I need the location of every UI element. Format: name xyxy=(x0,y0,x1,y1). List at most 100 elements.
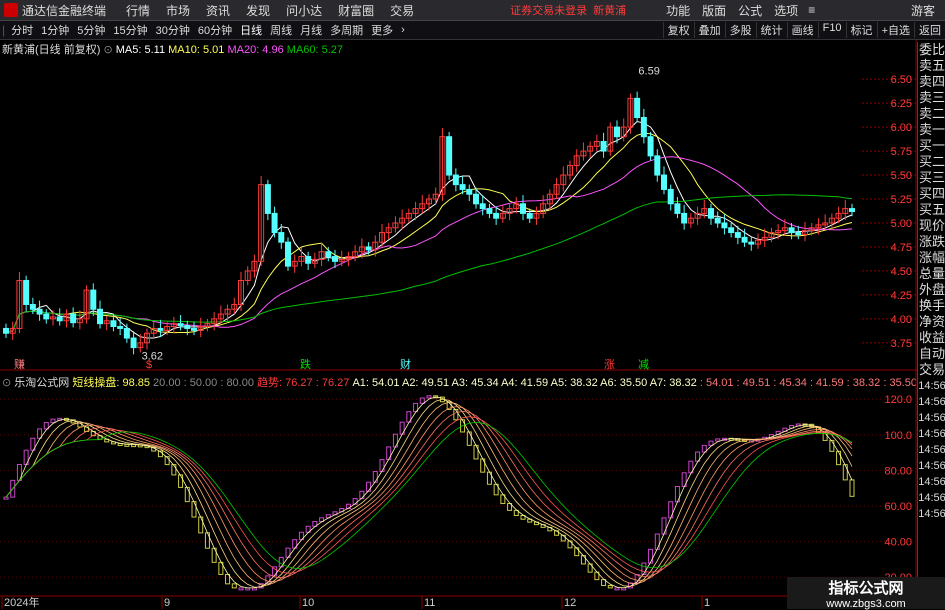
osc-bar xyxy=(379,459,385,473)
candle-body xyxy=(788,227,795,234)
sidebar-item-4[interactable]: 卖二 xyxy=(918,106,945,122)
sidebar-item-0[interactable]: 委比 xyxy=(918,42,945,58)
candle-body xyxy=(177,323,184,327)
menu-layout[interactable]: 版面 xyxy=(702,2,726,19)
btn-back[interactable]: 返回 xyxy=(914,22,945,38)
sidebar-item-7[interactable]: 买二 xyxy=(918,154,945,170)
osc-average-line xyxy=(5,396,853,589)
chart-canvas[interactable]: 6.50 6.25 6.00 5.75 5.50 5.25 5.00 4.75 4.50 4.25… xyxy=(0,40,917,609)
menu-wealth[interactable]: 财富圈 xyxy=(338,2,374,19)
sidebar-item-13[interactable]: 涨幅 xyxy=(918,250,945,266)
guest-label[interactable]: 游客 xyxy=(911,2,935,19)
sidebar-item-27[interactable]: 14:56 xyxy=(918,474,945,490)
signal-marker: 减 xyxy=(638,358,649,371)
candle-body xyxy=(70,313,77,324)
candle-body xyxy=(479,203,486,210)
stock-name-label: 新黄浦 xyxy=(593,5,627,17)
btn-add-watchlist[interactable]: +自选 xyxy=(876,22,914,38)
candle-body xyxy=(271,212,278,234)
btn-restore-rights[interactable]: 复权 xyxy=(662,22,694,38)
period-weekly[interactable]: 周线 xyxy=(266,22,296,38)
period-timeshare[interactable]: 分时 xyxy=(7,22,37,38)
menu-formula[interactable]: 公式 xyxy=(738,2,762,19)
sidebar-item-10[interactable]: 买五 xyxy=(918,202,945,218)
price-tick-label: 4.50 xyxy=(891,266,912,278)
candle-body xyxy=(43,313,50,320)
sidebar-item-29[interactable]: 14:56 xyxy=(918,506,945,522)
candle-body xyxy=(526,212,533,219)
sidebar-item-15[interactable]: 外盘 xyxy=(918,282,945,298)
candle-body xyxy=(493,212,500,219)
period-15min[interactable]: 15分钟 xyxy=(109,22,151,38)
period-more[interactable]: 更多 xyxy=(367,22,397,38)
date-tick-label: 10 xyxy=(302,597,314,609)
osc-bar xyxy=(171,464,177,476)
sidebar-item-5[interactable]: 卖一 xyxy=(918,122,945,138)
btn-mark[interactable]: 标记 xyxy=(845,22,877,38)
osc-bar xyxy=(829,439,835,452)
login-alert[interactable]: 证券交易未登录 xyxy=(510,2,587,18)
price-tick-label: 3.75 xyxy=(891,338,912,350)
period-60min[interactable]: 60分钟 xyxy=(194,22,236,38)
osc-bar xyxy=(231,583,237,589)
menu-options[interactable]: 选项 xyxy=(774,2,798,19)
sidebar-item-16[interactable]: 换手 xyxy=(918,298,945,314)
candle-body xyxy=(117,326,124,329)
osc-bar xyxy=(580,555,586,565)
period-daily[interactable]: 日线 xyxy=(236,22,266,38)
btn-f10[interactable]: F10 xyxy=(817,22,846,38)
sidebar-item-28[interactable]: 14:56 xyxy=(918,490,945,506)
sidebar-item-20[interactable]: 交易 xyxy=(918,362,945,378)
sidebar-item-24[interactable]: 14:56 xyxy=(918,426,945,442)
candle-body xyxy=(681,212,688,224)
menu-function[interactable]: 功能 xyxy=(666,2,690,19)
menu-trade[interactable]: 交易 xyxy=(390,2,414,19)
sidebar-item-12[interactable]: 涨跌 xyxy=(918,234,945,250)
oscillator-pane xyxy=(3,395,855,591)
btn-statistics[interactable]: 统计 xyxy=(755,22,787,38)
price-tick-label: 4.75 xyxy=(891,242,912,254)
menu-quotes[interactable]: 行情 xyxy=(126,2,150,19)
sidebar-item-3[interactable]: 卖三 xyxy=(918,90,945,106)
sidebar-item-8[interactable]: 买三 xyxy=(918,170,945,186)
candle-body xyxy=(97,308,103,325)
btn-overlay[interactable]: 叠加 xyxy=(693,22,725,38)
sidebar-item-23[interactable]: 14:56 xyxy=(918,410,945,426)
sidebar-item-18[interactable]: 收益 xyxy=(918,330,945,346)
menu-ask[interactable]: 问小达 xyxy=(286,2,322,19)
sidebar-item-9[interactable]: 买四 xyxy=(918,186,945,202)
btn-multi-stock[interactable]: 多股 xyxy=(724,22,756,38)
period-5min[interactable]: 5分钟 xyxy=(73,22,109,38)
osc-bar xyxy=(648,548,654,564)
sidebar-item-11[interactable]: 现价 xyxy=(918,218,945,234)
period-30min[interactable]: 30分钟 xyxy=(152,22,194,38)
sidebar-item-21[interactable]: 14:56 xyxy=(918,378,945,394)
sidebar-item-6[interactable]: 买一 xyxy=(918,138,945,154)
sidebar-item-2[interactable]: 卖四 xyxy=(918,74,945,90)
sidebar-item-17[interactable]: 净资 xyxy=(918,314,945,330)
candle-body xyxy=(123,327,130,339)
signal-marker: 跌 xyxy=(300,357,311,371)
candle-body xyxy=(748,241,755,245)
sidebar-item-14[interactable]: 总量 xyxy=(918,266,945,282)
candle-body xyxy=(29,303,36,310)
period-multi[interactable]: 多周期 xyxy=(326,22,367,38)
menu-market[interactable]: 市场 xyxy=(166,2,190,19)
menu-discover[interactable]: 发现 xyxy=(246,2,270,19)
osc-bar xyxy=(184,486,190,503)
period-1min[interactable]: 1分钟 xyxy=(37,22,73,38)
osc-bar xyxy=(191,501,197,518)
btn-draw-line[interactable]: 画线 xyxy=(786,22,818,38)
chevron-right-icon[interactable]: › xyxy=(397,24,409,36)
sidebar-item-1[interactable]: 卖五 xyxy=(918,58,945,74)
sidebar-item-22[interactable]: 14:56 xyxy=(918,394,945,410)
more-icon[interactable]: ≡ xyxy=(808,3,815,17)
sidebar-item-19[interactable]: 自动 xyxy=(918,346,945,362)
date-tick-label: 11 xyxy=(424,597,435,609)
sidebar-item-26[interactable]: 14:56 xyxy=(918,458,945,474)
menu-news[interactable]: 资讯 xyxy=(206,2,230,19)
osc-bar xyxy=(466,431,472,446)
period-monthly[interactable]: 月线 xyxy=(296,22,326,38)
sidebar-item-25[interactable]: 14:56 xyxy=(918,442,945,458)
candles xyxy=(3,91,855,355)
